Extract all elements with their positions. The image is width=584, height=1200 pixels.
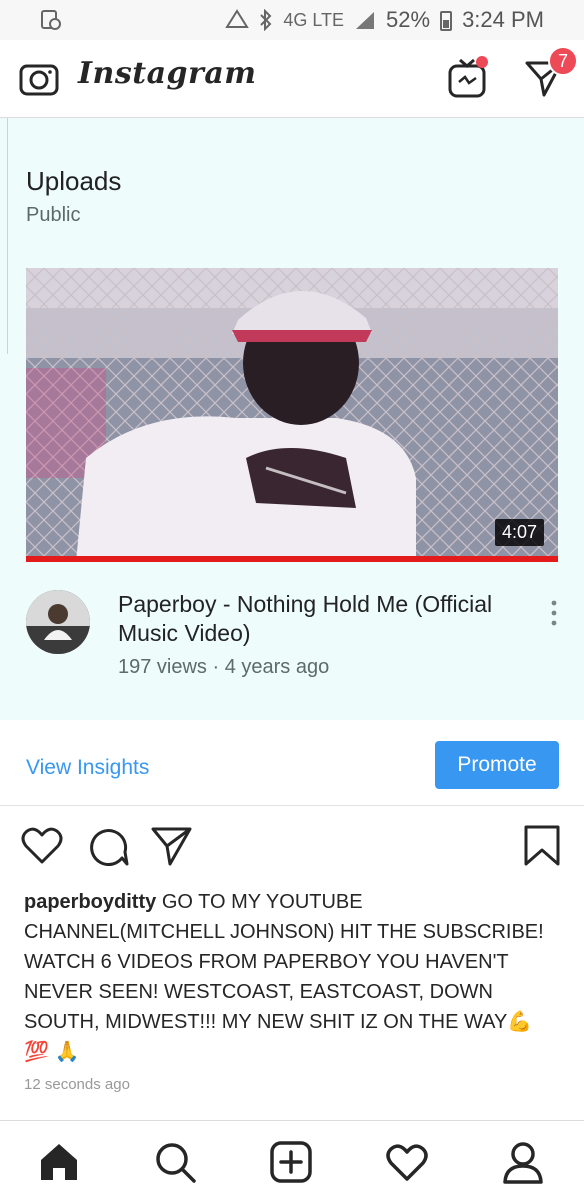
profile-icon[interactable] — [500, 1139, 546, 1185]
notification-icon — [41, 10, 61, 30]
video-duration: 4:07 — [494, 519, 544, 546]
caption-username[interactable]: paperboyditty — [24, 891, 156, 913]
video-thumbnail[interactable]: 4:07 — [26, 268, 558, 562]
uploads-heading: Uploads — [26, 166, 122, 196]
bluetooth-icon — [260, 9, 272, 31]
activity-icon[interactable] — [384, 1139, 430, 1185]
clock: 3:24 PM — [462, 7, 544, 32]
avatar-image — [26, 590, 90, 654]
post-caption: paperboyditty GO TO MY YOUTUBE CHANNEL(M… — [24, 887, 544, 1067]
dm-count-badge: 7 — [548, 46, 578, 76]
brand-logo: Instagram — [78, 56, 257, 91]
battery-percent: 52% — [386, 7, 431, 32]
home-icon[interactable] — [36, 1139, 82, 1185]
insights-bar: View Insights Promote — [0, 720, 584, 806]
post-timestamp: 12 seconds ago — [24, 1076, 130, 1093]
uploads-visibility: Public — [26, 204, 81, 226]
more-options-icon[interactable] — [546, 598, 562, 628]
promote-button[interactable]: Promote — [435, 741, 559, 789]
signal-icon — [356, 12, 375, 29]
post-media[interactable]: Uploads Public 4:07 Paperboy - Nothing H… — [0, 118, 584, 720]
comment-icon[interactable] — [86, 824, 130, 868]
caption-text: GO TO MY YOUTUBE CHANNEL(MITCHELL JOHNSO… — [24, 891, 544, 1063]
post-actions — [0, 806, 584, 878]
watch-progress-bar — [26, 556, 558, 562]
bookmark-icon[interactable] — [520, 824, 564, 868]
battery-icon — [440, 11, 453, 31]
view-insights-link[interactable]: View Insights — [26, 756, 149, 780]
video-meta: 197 views · 4 years ago — [118, 656, 330, 678]
data-saver-icon — [225, 9, 250, 28]
bottom-navigation — [0, 1120, 584, 1200]
channel-avatar[interactable] — [26, 590, 90, 654]
status-bar: 4G LTE 52% 3:24 PM — [0, 0, 584, 40]
video-frame-image — [26, 268, 558, 562]
heart-icon[interactable] — [20, 824, 64, 868]
network-type: 4G LTE — [283, 9, 345, 30]
search-icon[interactable] — [152, 1139, 198, 1185]
app-header: Instagram 7 — [0, 40, 584, 118]
new-post-icon[interactable] — [268, 1139, 314, 1185]
igtv-new-dot — [476, 56, 488, 68]
previous-page-edge — [0, 118, 8, 354]
video-title[interactable]: Paperboy - Nothing Hold Me (Official Mus… — [118, 590, 518, 648]
camera-icon[interactable] — [18, 58, 60, 100]
share-icon[interactable] — [150, 824, 194, 868]
